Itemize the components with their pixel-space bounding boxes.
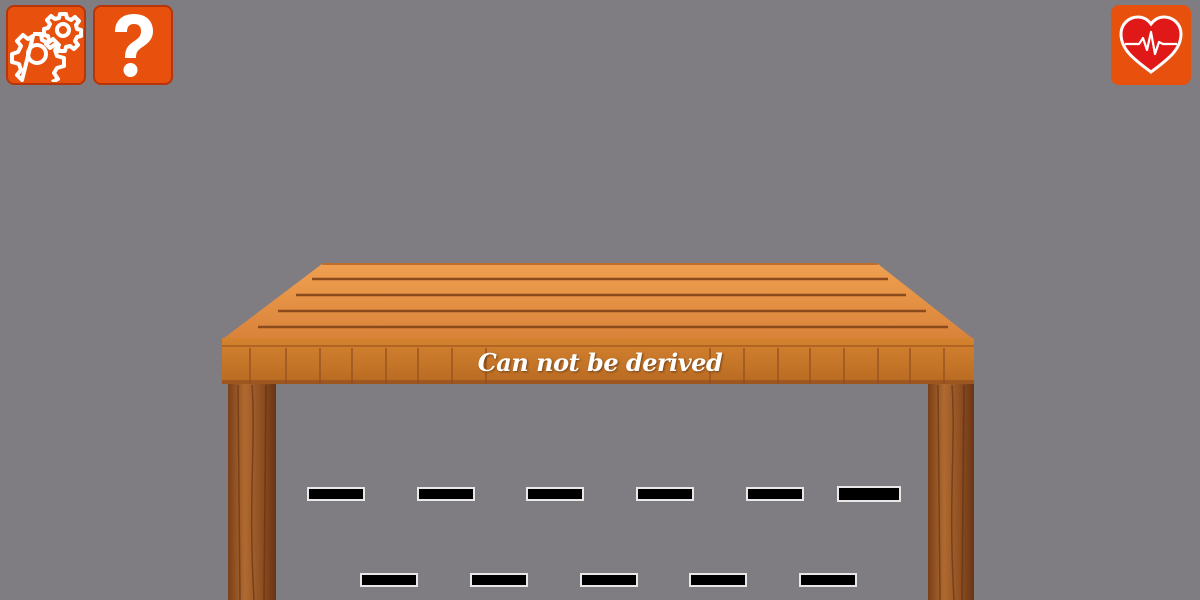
answer-slot[interactable] (689, 573, 747, 587)
answer-slot[interactable] (526, 487, 584, 501)
answer-slot[interactable] (746, 487, 804, 501)
answer-slot[interactable] (470, 573, 528, 587)
table-leg-right (928, 380, 974, 600)
answer-slot[interactable] (360, 573, 418, 587)
answer-slot[interactable] (837, 486, 901, 502)
table-leg-left (228, 380, 276, 600)
answer-slot[interactable] (636, 487, 694, 501)
answer-slot[interactable] (580, 573, 638, 587)
answer-slot[interactable] (799, 573, 857, 587)
wooden-table (222, 263, 974, 600)
table-top (224, 263, 972, 338)
answer-slot[interactable] (307, 487, 365, 501)
answer-slot[interactable] (417, 487, 475, 501)
table-label: Can not be derived (477, 348, 723, 377)
